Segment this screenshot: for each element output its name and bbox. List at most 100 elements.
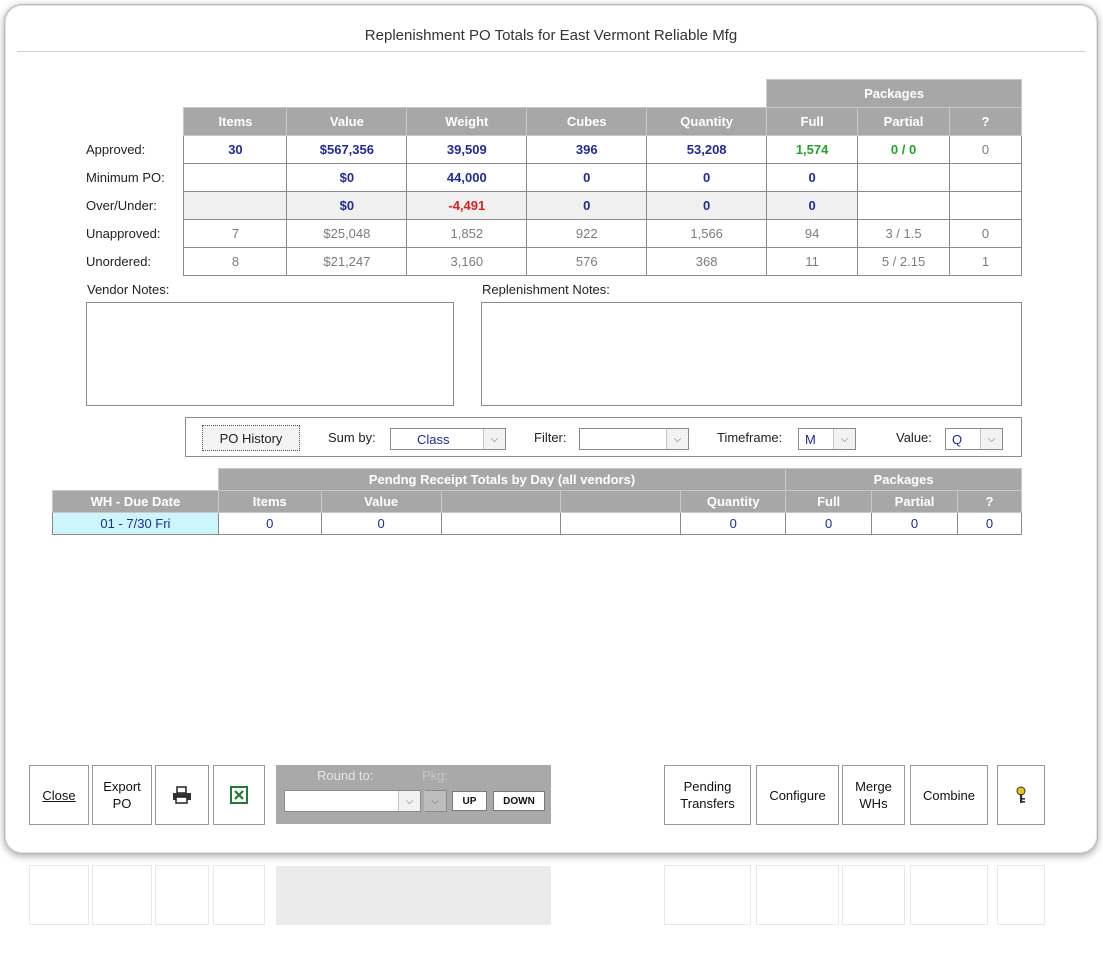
value-select[interactable]: Q ⌵: [945, 428, 1003, 450]
cell: 0: [217, 512, 322, 535]
col-header-blank: [440, 490, 562, 513]
configure-label: Configure: [769, 787, 826, 803]
col-header-quantity: Quantity: [680, 490, 787, 513]
cell: $0: [286, 191, 408, 220]
cell: 3 / 1.5: [857, 219, 951, 248]
row-over-under: Over/Under: $0 -4,491 0 0 0: [84, 191, 1022, 220]
col-header-value: Value: [320, 490, 442, 513]
cell: $25,048: [286, 219, 408, 248]
filter-label: Filter:: [534, 430, 567, 445]
po-history-button[interactable]: PO History: [202, 425, 300, 451]
pending-transfers-button[interactable]: Pending Transfers: [664, 765, 751, 825]
cell: $567,356: [286, 135, 408, 164]
print-button[interactable]: [155, 765, 209, 825]
packages-header: Packages: [766, 79, 1022, 108]
row-label: Unordered:: [86, 254, 152, 269]
cell: 576: [526, 247, 648, 276]
cell: 0: [646, 163, 768, 192]
col-header-quantity: Quantity: [646, 107, 768, 136]
cell: 0: [680, 512, 787, 535]
row-approved: Approved: 30 $567,356 39,509 396 53,208 …: [84, 135, 1022, 164]
replenishment-notes-box[interactable]: [481, 302, 1022, 406]
totals-table: Packages Items Value Weight Cubes Quanti…: [84, 79, 1022, 276]
export-po-label-2: PO: [112, 796, 132, 811]
cell: 368: [646, 247, 768, 276]
col-header-partial: Partial: [857, 107, 951, 136]
timeframe-value: M: [805, 431, 816, 447]
vendor-notes-label: Vendor Notes:: [87, 282, 170, 297]
configure-button[interactable]: Configure: [756, 765, 839, 825]
col-header-unknown: ?: [949, 107, 1022, 136]
cell: 3,160: [406, 247, 528, 276]
cell: 11: [766, 247, 859, 276]
col-header-wh-due-date: WH - Due Date: [52, 490, 219, 513]
row-minimum-po: Minimum PO: $0 44,000 0 0 0: [84, 163, 1022, 192]
cell: 0: [957, 512, 1022, 535]
cell: 1,574: [766, 135, 859, 164]
cell: 0: [320, 512, 442, 535]
key-icon: [1016, 786, 1026, 803]
cell: 94: [766, 219, 859, 248]
help-button[interactable]: [997, 765, 1045, 825]
export-po-label-1: Export: [103, 779, 141, 794]
combine-button[interactable]: Combine: [910, 765, 988, 825]
round-up-button[interactable]: UP: [452, 791, 487, 811]
close-button[interactable]: Close: [29, 765, 89, 825]
table-row[interactable]: 01 - 7/30 Fri 0 0 0 0 0 0: [52, 512, 1022, 535]
pending-packages-header: Packages: [785, 468, 1022, 491]
cell: 7: [183, 219, 288, 248]
cell: 5 / 2.15: [857, 247, 951, 276]
cell: [183, 191, 288, 220]
export-po-button[interactable]: Export PO: [92, 765, 152, 825]
cell: 0: [871, 512, 959, 535]
cell: [183, 163, 288, 192]
excel-icon: [230, 786, 248, 804]
close-label: Close: [42, 787, 76, 803]
cell: 1: [949, 247, 1022, 276]
combine-label: Combine: [922, 787, 976, 803]
pending-receipts-table: Pendng Receipt Totals by Day (all vendor…: [52, 468, 1022, 535]
filter-bar: PO History Sum by: Class ⌵ Filter: ⌵ Tim…: [185, 417, 1022, 457]
value-value: Q: [952, 431, 963, 447]
cell: 8: [183, 247, 288, 276]
printer-icon: [173, 786, 191, 804]
cell: 0: [526, 191, 648, 220]
excel-export-button[interactable]: [213, 765, 265, 825]
col-header-items: Items: [217, 490, 322, 513]
round-down-button[interactable]: DOWN: [493, 791, 545, 811]
cell: 1,566: [646, 219, 768, 248]
cell: 0: [766, 191, 859, 220]
pending-title: Pendng Receipt Totals by Day (all vendor…: [217, 468, 787, 491]
sum-by-label: Sum by:: [328, 430, 376, 445]
window-reflection: [0, 860, 1103, 960]
filter-select[interactable]: ⌵: [579, 428, 689, 450]
timeframe-select[interactable]: M ⌵: [798, 428, 856, 450]
chevron-down-icon: ⌵: [424, 791, 446, 811]
cell: $21,247: [286, 247, 408, 276]
round-to-label: Round to:: [317, 768, 374, 783]
round-to-select[interactable]: ⌵: [284, 790, 421, 812]
pkg-select[interactable]: ⌵: [424, 790, 447, 812]
cell: [857, 191, 951, 220]
row-unapproved: Unapproved: 7 $25,048 1,852 922 1,566 94…: [84, 219, 1022, 248]
cell: 44,000: [406, 163, 528, 192]
pending-transfers-label-2: Transfers: [680, 796, 735, 811]
cell: 53,208: [646, 135, 768, 164]
merge-whs-button[interactable]: Merge WHs: [842, 765, 905, 825]
row-label: Approved:: [86, 142, 146, 157]
cell-wh-due-date[interactable]: 01 - 7/30 Fri: [52, 512, 219, 535]
row-label: Minimum PO:: [86, 170, 165, 185]
col-header-items: Items: [183, 107, 288, 136]
sum-by-value: Class: [417, 431, 450, 447]
vendor-notes-box[interactable]: [86, 302, 454, 406]
value-label: Value:: [896, 430, 932, 445]
cell: [949, 191, 1022, 220]
pkg-label: Pkg:: [422, 768, 449, 783]
cell: 0: [646, 191, 768, 220]
chevron-down-icon: ⌵: [398, 791, 420, 811]
window-title: Replenishment PO Totals for East Vermont…: [364, 27, 738, 44]
sum-by-select[interactable]: Class ⌵: [390, 428, 506, 450]
cell: 922: [526, 219, 648, 248]
filter-value: [580, 429, 586, 449]
col-header-unknown: ?: [957, 490, 1022, 513]
